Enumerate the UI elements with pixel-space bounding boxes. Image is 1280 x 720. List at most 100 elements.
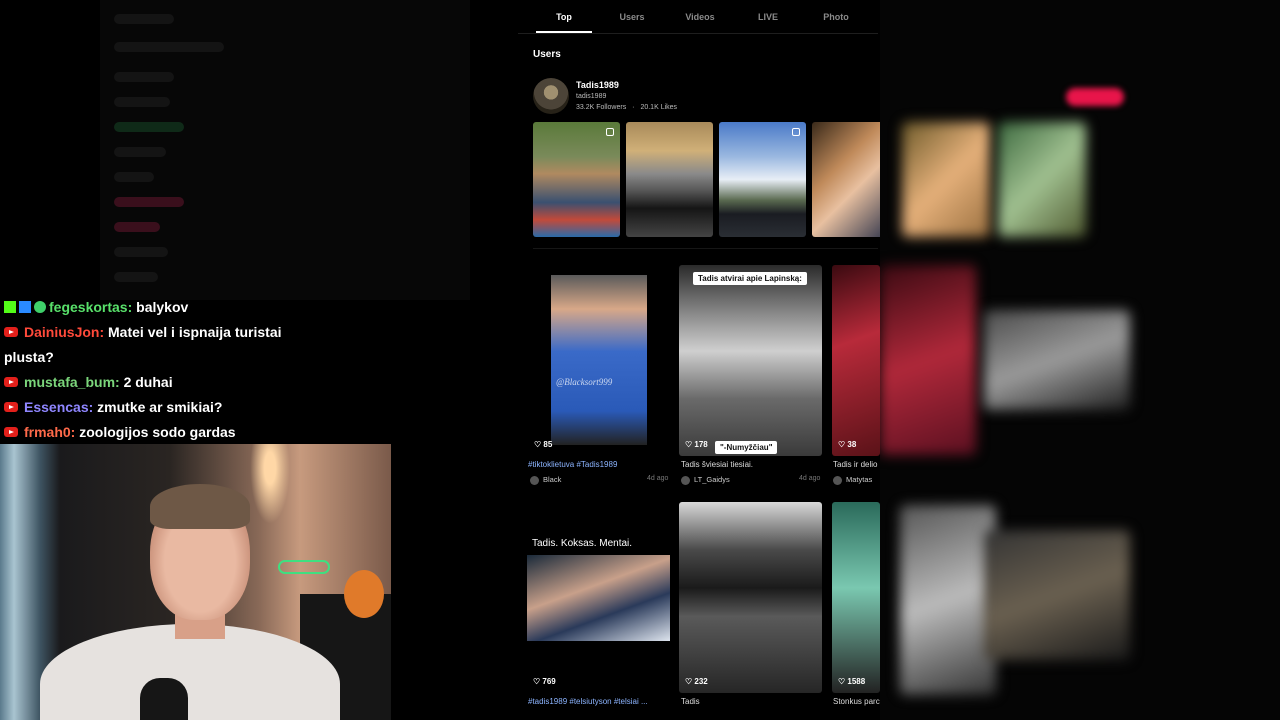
likes-count: 20.1K Likes [640, 104, 678, 111]
blurred-nav [114, 147, 166, 157]
video-caption[interactable]: #tadis1989 #telsiutyson #telsiai ... [528, 697, 671, 706]
video-card[interactable]: @Blacksort999 ♡ 85 [528, 265, 671, 456]
author-name: Black [543, 475, 562, 484]
streamer-hair [150, 484, 250, 529]
video-card[interactable]: ♡ 232 [679, 502, 822, 693]
blurred-nav [114, 72, 174, 82]
chat-text: balykov [136, 299, 189, 315]
badge-icon [19, 301, 31, 314]
video-card[interactable]: Tadis. Koksas. Mentai. ♡ 769 [527, 502, 671, 693]
user-video-thumbnail[interactable] [626, 122, 713, 237]
search-results-panel: Top Users Videos LIVE Photo Users Tadis1… [470, 0, 880, 720]
chat-text: zoologijos sodo gardas [79, 424, 236, 440]
video-thumbnail [527, 555, 670, 641]
like-count: ♡ 178 [685, 440, 708, 449]
blurred-thumbnail [900, 505, 996, 695]
like-count: ♡ 232 [685, 677, 708, 686]
search-tabs: Top Users Videos LIVE Photo [518, 0, 878, 34]
followers-count: 33.2K Followers [576, 104, 627, 111]
chat-username: frmah0: [24, 424, 76, 440]
chat-message-continued: plusta? [4, 349, 54, 365]
like-count-value: 769 [542, 677, 556, 686]
microphone [140, 678, 188, 720]
youtube-icon [4, 427, 18, 438]
blurred-nav [114, 247, 168, 257]
active-tab-indicator [536, 31, 592, 33]
tab-live[interactable]: LIVE [740, 12, 796, 22]
tab-videos[interactable]: Videos [672, 12, 728, 22]
blurred-thumbnail [984, 530, 1130, 660]
user-name[interactable]: Tadis1989 [576, 80, 619, 90]
like-count: ♡ 1588 [838, 677, 866, 686]
plush-toy [344, 570, 384, 618]
blurred-thumbnail [880, 265, 976, 455]
avatar [530, 475, 539, 485]
tab-top[interactable]: Top [536, 12, 592, 22]
tab-photo[interactable]: Photo [808, 12, 864, 22]
chat-text: zmutke ar smikiai? [97, 399, 223, 415]
video-caption[interactable]: Tadis ir delio [833, 460, 880, 469]
video-card[interactable]: ♡ 1588 [832, 502, 880, 693]
video-caption[interactable]: Stonkus parc [833, 697, 880, 706]
video-caption[interactable]: Tadis šviesiai tiesiai. [681, 460, 822, 469]
chat-username: Essencas: [24, 399, 94, 415]
users-section-title: Users [533, 49, 561, 60]
youtube-icon [4, 327, 18, 338]
user-result[interactable]: Tadis1989 tadis1989 33.2K Followers · 20… [533, 78, 833, 118]
author-name: Matytas [846, 475, 873, 484]
like-count-value: 178 [694, 440, 708, 449]
blurred-nav [114, 122, 184, 132]
blurred-button [1066, 88, 1124, 106]
user-video-thumbnail[interactable] [812, 122, 880, 237]
video-card[interactable]: ♡ 38 [832, 265, 880, 456]
like-count-value: 38 [847, 440, 857, 449]
video-caption[interactable]: #tiktoklietuva #Tadis1989 [528, 460, 671, 469]
blurred-nav [114, 97, 170, 107]
user-video-thumbnail[interactable] [719, 122, 806, 237]
like-count-value: 1588 [847, 677, 866, 686]
blurred-nav [114, 172, 154, 182]
kick-icon [4, 301, 16, 314]
chat-text: Matei vel i ispnaija turistai [108, 324, 282, 340]
chat-message: fegeskortas: balykov [4, 299, 188, 315]
video-overlay-title: Tadis. Koksas. Mentai. [532, 538, 633, 549]
video-author[interactable]: Black [530, 475, 561, 485]
chat-message: frmah0: zoologijos sodo gardas [4, 424, 236, 440]
blurred-thumbnail [902, 122, 990, 237]
blurred-logo [114, 14, 174, 24]
chat-text: 2 duhai [123, 374, 173, 390]
chat-message: Essencas: zmutke ar smikiai? [4, 399, 222, 415]
blurred-thumbnail [984, 310, 1130, 410]
video-author[interactable]: Matytas [833, 475, 880, 485]
chat-message: DainiusJon: Matei vel i ispnaija turista… [4, 324, 282, 340]
video-age: 4d ago [647, 475, 669, 482]
badge-icon [34, 301, 46, 314]
chat-username: fegeskortas: [49, 299, 133, 315]
user-video-strip [533, 122, 880, 237]
avatar [833, 475, 842, 485]
chat-username: mustafa_bum: [24, 374, 120, 390]
video-card[interactable]: Tadis atvirai apie Lapinską: "-Numyžčiau… [679, 265, 822, 456]
avatar[interactable] [533, 78, 569, 114]
chat-message: mustafa_bum: 2 duhai [4, 374, 173, 390]
video-overlay-quote: "-Numyžčiau" [715, 441, 778, 454]
avatar [681, 475, 690, 485]
stats-separator: · [632, 104, 635, 111]
blurred-right-panel [880, 0, 1280, 720]
video-overlay-title: Tadis atvirai apie Lapinską: [693, 272, 807, 285]
watermark: @Blacksort999 [556, 377, 613, 387]
author-name: LT_Gaidys [694, 475, 730, 484]
carousel-icon [606, 128, 614, 136]
video-author[interactable]: LT_Gaidys [681, 475, 730, 485]
webcam-feed [0, 444, 391, 720]
section-divider [533, 248, 878, 249]
video-caption[interactable]: Tadis [681, 697, 822, 706]
like-count: ♡ 769 [533, 677, 556, 686]
youtube-icon [4, 377, 18, 388]
user-video-thumbnail[interactable] [533, 122, 620, 237]
user-handle: tadis1989 [576, 93, 607, 100]
like-count: ♡ 85 [534, 440, 553, 449]
like-count-value: 85 [543, 440, 553, 449]
blurred-sidebar [100, 0, 470, 300]
tab-users[interactable]: Users [604, 12, 660, 22]
